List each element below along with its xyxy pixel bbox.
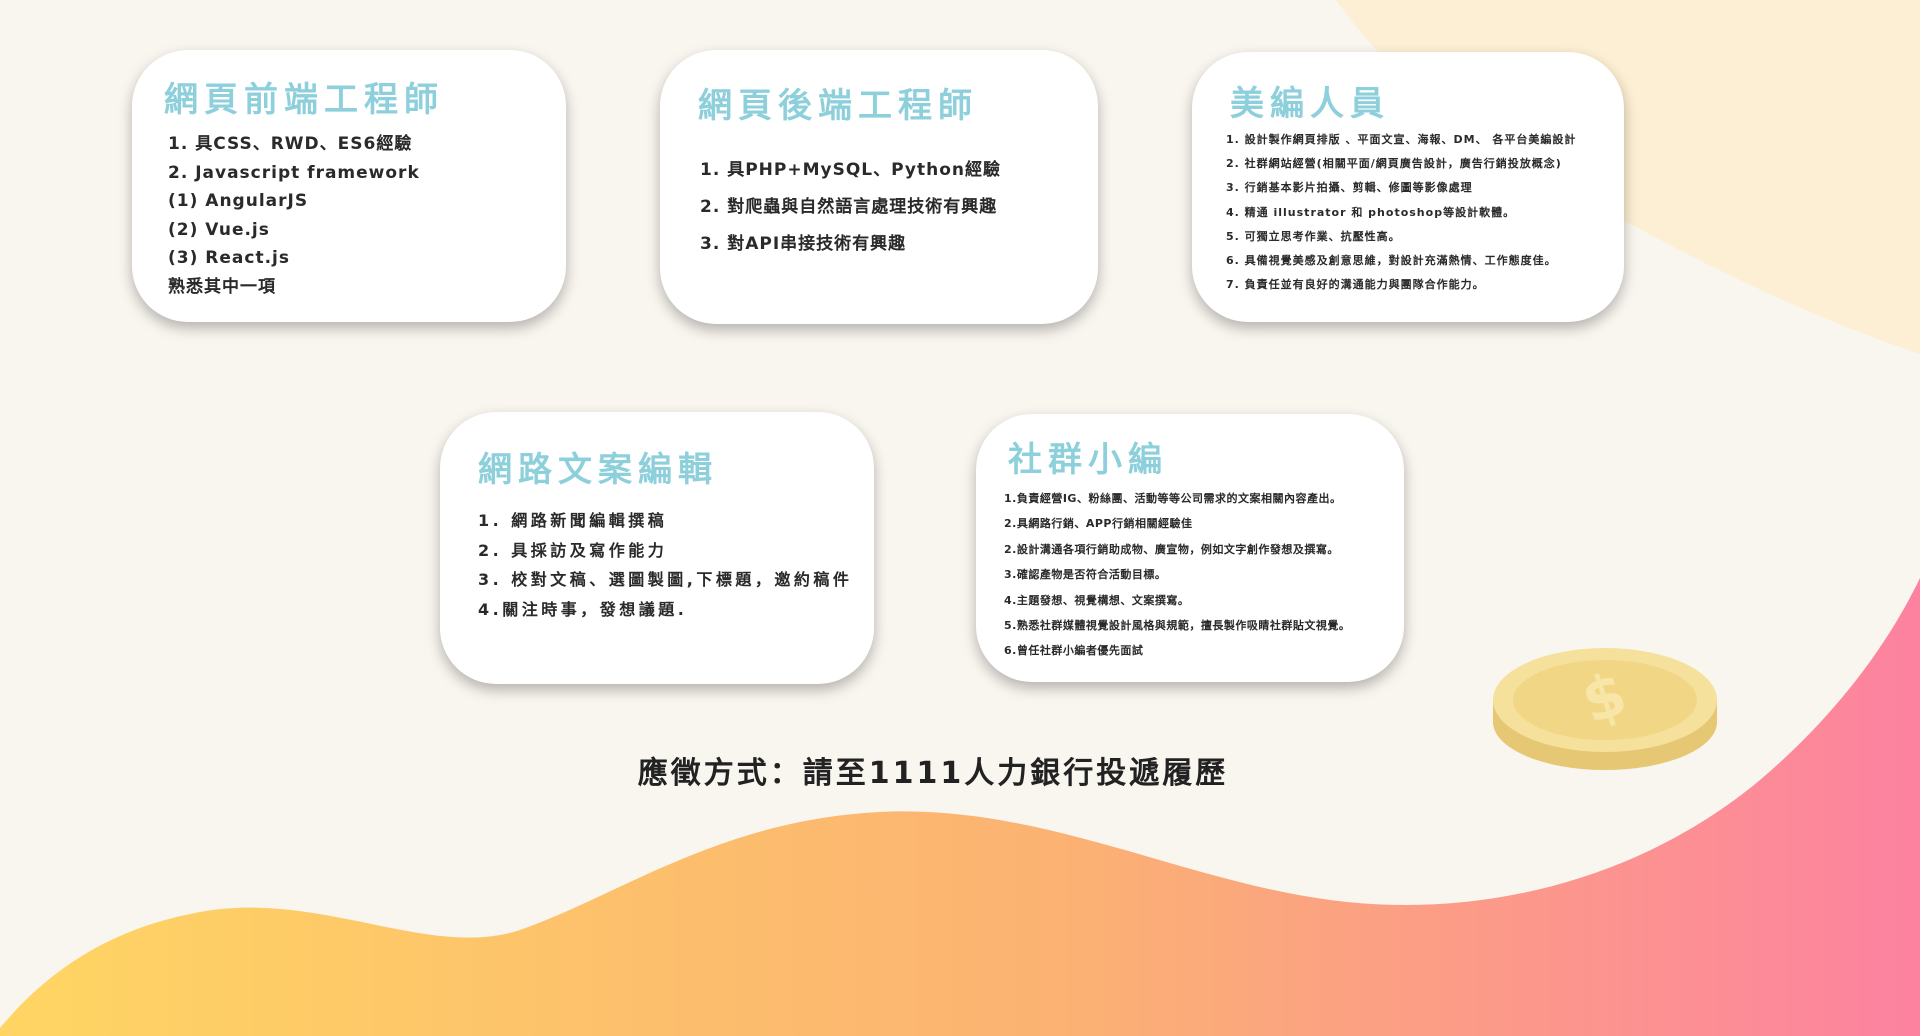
requirement-item: 5.熟悉社群媒體視覺設計風格與規範，擅長製作吸睛社群貼文視覺。 (1004, 619, 1351, 633)
requirement-item: 7. 負責任並有良好的溝通能力與團隊合作能力。 (1226, 278, 1485, 292)
requirement-item: 2.設計溝通各項行銷助成物、廣宣物，例如文字創作發想及撰寫。 (1004, 542, 1339, 556)
job-requirements-copywriter: 1. 網路新聞編輯撰稿 2. 具採訪及寫作能力 3. 校對文稿、選圖製圖,下標題… (478, 506, 852, 624)
job-card-frontend: 網頁前端工程師 1. 具CSS、RWD、ES6經驗 2. Javascript … (132, 50, 566, 322)
requirement-item: 1. 設計製作網頁排版 、平面文宣、海報、DM、 各平台美編設計 (1226, 133, 1577, 146)
job-title-designer: 美編人員 (1230, 84, 1390, 124)
job-title-social: 社群小編 (1008, 440, 1168, 480)
requirement-item: 3. 校對文稿、選圖製圖,下標題，邀約稿件 (478, 570, 853, 589)
requirement-item: 3.確認產物是否符合活動目標。 (1004, 568, 1167, 582)
job-title-frontend: 網頁前端工程師 (164, 80, 444, 120)
requirement-item: 熟悉其中一項 (168, 276, 276, 297)
requirement-item: 5. 可獨立思考作業、抗壓性高。 (1226, 229, 1401, 243)
dollar-coin-icon: $ (1493, 648, 1717, 770)
requirement-item: 2. 對爬蟲與自然語言處理技術有興趣 (700, 197, 998, 217)
requirement-item: 2. 具採訪及寫作能力 (478, 540, 668, 560)
requirement-item: 6.曾任社群小編者優先面試 (1004, 644, 1144, 658)
requirement-item: 3. 對API串接技術有興趣 (700, 234, 907, 254)
requirement-item: 1. 具CSS、RWD、ES6經驗 (168, 134, 413, 154)
requirement-item: 2. 社群網站經營(相關平面/網頁廣告設計，廣告行銷投放概念) (1226, 157, 1562, 171)
requirement-item: 4. 精通 illustrator 和 photoshop等設計軟體。 (1226, 205, 1516, 219)
requirement-item: 4.主題發想、視覺構想、文案撰寫。 (1004, 593, 1190, 607)
job-requirements-designer: 1. 設計製作網頁排版 、平面文宣、海報、DM、 各平台美編設計 2. 社群網站… (1226, 128, 1576, 297)
job-title-copywriter: 網路文案編輯 (478, 450, 718, 490)
requirement-item: 1. 具PHP+MySQL、Python經驗 (700, 160, 1001, 180)
requirement-item: 2.具網路行銷、APP行銷相關經驗佳 (1004, 517, 1193, 531)
requirement-item: (3) React.js (168, 248, 290, 268)
requirement-item: 6. 具備視覺美感及創意思維，對設計充滿熱情、工作態度佳。 (1226, 254, 1557, 268)
job-card-backend: 網頁後端工程師 1. 具PHP+MySQL、Python經驗 2. 對爬蟲與自然… (660, 50, 1098, 324)
requirement-item: 2. Javascript framework (168, 162, 420, 183)
job-requirements-frontend: 1. 具CSS、RWD、ES6經驗 2. Javascript framewor… (168, 130, 420, 301)
job-card-designer: 美編人員 1. 設計製作網頁排版 、平面文宣、海報、DM、 各平台美編設計 2.… (1192, 52, 1624, 322)
requirement-item: 1.負責經營IG、粉絲團、活動等等公司需求的文案相關內容產出。 (1004, 492, 1342, 505)
job-card-copywriter: 網路文案編輯 1. 網路新聞編輯撰稿 2. 具採訪及寫作能力 3. 校對文稿、選… (440, 412, 874, 684)
job-requirements-social: 1.負責經營IG、粉絲團、活動等等公司需求的文案相關內容產出。 2.具網路行銷、… (1004, 486, 1350, 664)
requirement-item: 1. 網路新聞編輯撰稿 (478, 511, 668, 530)
requirement-item: (1) AngularJS (168, 191, 309, 211)
requirement-item: 3. 行銷基本影片拍攝、剪輯、修圖等影像處理 (1226, 181, 1473, 195)
requirement-item: 4.關注時事，發想議題. (478, 599, 688, 619)
job-requirements-backend: 1. 具PHP+MySQL、Python經驗 2. 對爬蟲與自然語言處理技術有興… (700, 152, 1001, 263)
job-title-backend: 網頁後端工程師 (698, 86, 978, 126)
job-card-social: 社群小編 1.負責經營IG、粉絲團、活動等等公司需求的文案相關內容產出。 2.具… (976, 414, 1404, 682)
requirement-item: (2) Vue.js (168, 219, 270, 240)
